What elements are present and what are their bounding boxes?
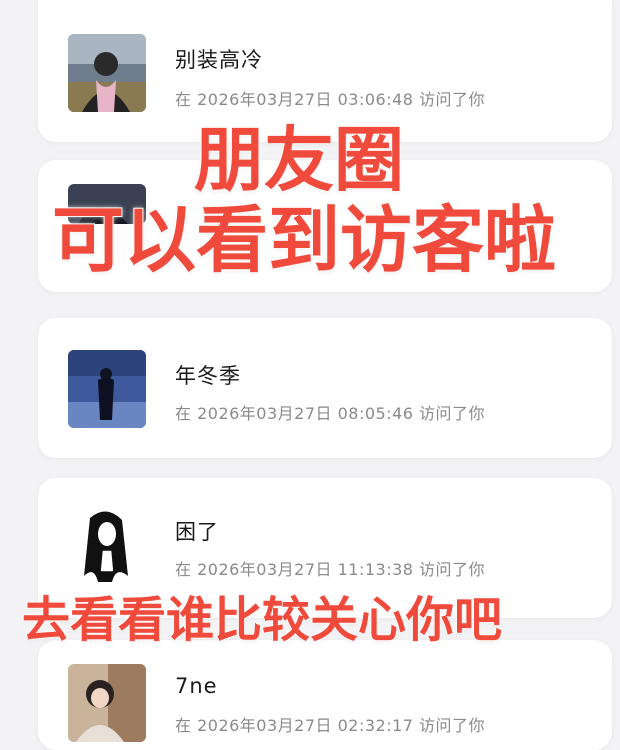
overlay-title-line2: 可以看到访客啦: [51, 197, 557, 283]
avatar: [68, 350, 146, 428]
visit-time: 在 2026年03月27日 11:13:38 访问了你: [175, 560, 486, 579]
avatar: [68, 664, 146, 742]
visitor-name[interactable]: 困了: [175, 516, 219, 546]
overlay-subtitle: 去看看谁比较关心你吧: [21, 591, 503, 649]
visitor-card[interactable]: 年冬季 在 2026年03月27日 08:05:46 访问了你: [38, 318, 612, 458]
avatar-image: [68, 664, 146, 742]
visitor-name[interactable]: 年冬季: [175, 360, 241, 390]
avatar: [68, 34, 146, 112]
avatar-image: [68, 506, 146, 584]
visitor-name[interactable]: 7ne: [175, 674, 218, 698]
avatar-image: [68, 34, 146, 112]
visit-time: 在 2026年03月27日 03:06:48 访问了你: [175, 90, 486, 109]
visitor-name[interactable]: 别装高冷: [175, 44, 263, 74]
visit-time: 在 2026年03月27日 02:32:17 访问了你: [175, 716, 486, 735]
avatar-image: [68, 350, 146, 428]
overlay-title-line1: 朋友圈: [193, 119, 405, 201]
visitor-card[interactable]: 7ne 在 2026年03月27日 02:32:17 访问了你: [38, 640, 612, 750]
avatar: [68, 506, 146, 584]
visit-time: 在 2026年03月27日 08:05:46 访问了你: [175, 404, 486, 423]
